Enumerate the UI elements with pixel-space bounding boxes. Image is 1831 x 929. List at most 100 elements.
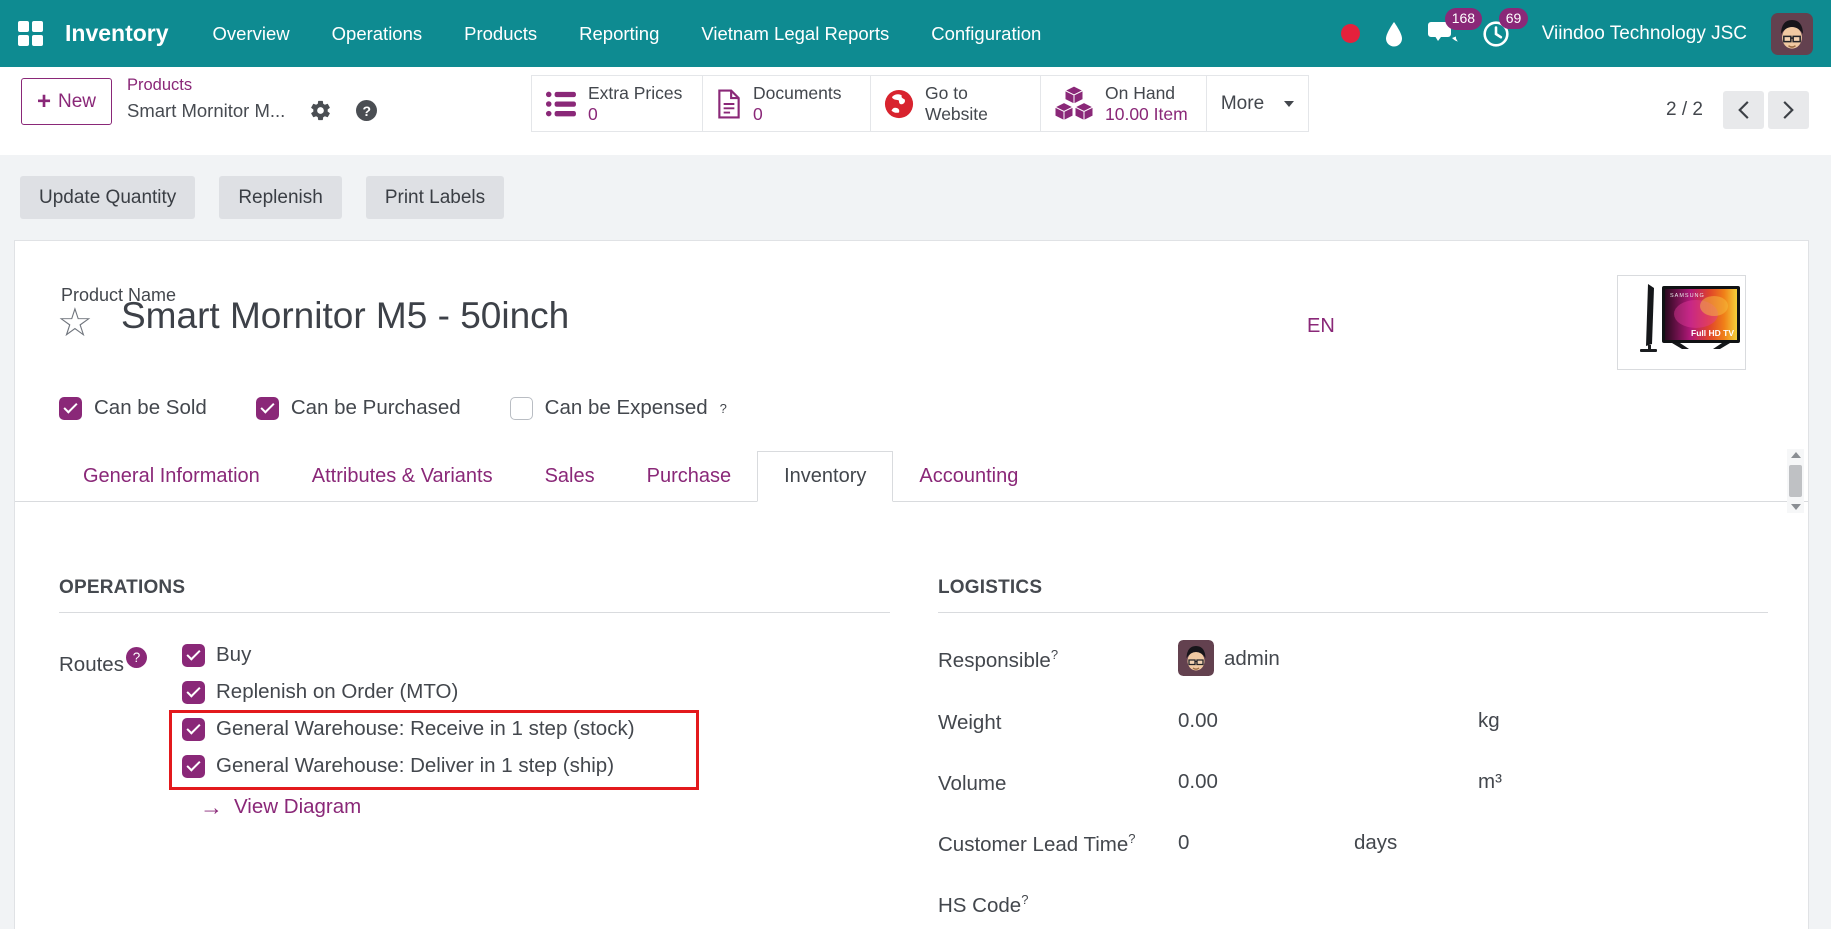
operations-section: OPERATIONS Routes? Buy Replenish on Orde… (59, 571, 890, 613)
stat-button-go-to-website[interactable]: Go to Website (871, 76, 1041, 131)
stat-buttons: Extra Prices 0 Documents 0 (531, 75, 1309, 132)
product-options: Can be Sold Can be Purchased Can be Expe… (59, 396, 727, 420)
logistics-title: LOGISTICS (938, 571, 1768, 613)
help-icon[interactable]: ? (356, 100, 377, 121)
route-label: Replenish on Order (MTO) (216, 680, 458, 704)
field-customer-lead-time: Customer Lead Time? 0 days (938, 824, 1768, 864)
control-panel: + New Products Smart Mornitor M... ? (0, 67, 1831, 155)
nav-item-vietnam-legal-reports[interactable]: Vietnam Legal Reports (701, 23, 889, 45)
favorite-star-icon[interactable]: ☆ (57, 303, 93, 343)
update-quantity-button[interactable]: Update Quantity (20, 176, 195, 219)
help-superscript: ? (1128, 831, 1135, 846)
stat-label: Extra Prices (588, 83, 682, 104)
nav-item-products[interactable]: Products (464, 23, 537, 45)
tab-general-information[interactable]: General Information (57, 451, 286, 501)
document-icon (716, 89, 742, 119)
view-diagram-label: View Diagram (234, 795, 361, 819)
view-diagram-link[interactable]: → View Diagram (200, 795, 361, 819)
pager-value: 2 / 2 (1666, 99, 1703, 121)
cubes-icon (1054, 85, 1094, 122)
user-menu[interactable]: Viindoo Technology JSC (1542, 23, 1747, 45)
checkbox-checked[interactable] (182, 644, 205, 667)
help-superscript: ? (1021, 892, 1028, 907)
chevron-right-icon (1782, 100, 1795, 120)
field-unit: days (1354, 831, 1397, 855)
more-button[interactable]: More (1207, 76, 1308, 131)
field-hs-code: HS Code? (938, 885, 1768, 925)
tab-purchase[interactable]: Purchase (621, 451, 758, 501)
checkbox-unchecked[interactable] (510, 397, 533, 420)
tv-caption-text: Full HD TV (1691, 328, 1734, 338)
vertical-scrollbar[interactable] (1787, 449, 1804, 513)
stat-value: 10.00 Item (1105, 104, 1188, 125)
help-superscript: ? (1051, 647, 1058, 662)
route-replenish-on-order[interactable]: Replenish on Order (MTO) (182, 680, 458, 704)
arrow-right-icon: → (200, 796, 223, 819)
water-drop-icon[interactable] (1384, 21, 1404, 47)
new-button[interactable]: + New (21, 78, 112, 125)
action-buttons-row: Update Quantity Replenish Print Labels (20, 176, 504, 219)
tab-sales[interactable]: Sales (519, 451, 621, 501)
field-label: Responsible? (938, 647, 1058, 673)
gear-icon[interactable] (309, 99, 332, 122)
routes-help-badge[interactable]: ? (126, 647, 147, 668)
checkbox-checked[interactable] (59, 397, 82, 420)
nav-menu: Overview Operations Products Reporting V… (213, 23, 1042, 45)
nav-item-reporting[interactable]: Reporting (579, 23, 659, 45)
new-button-label: New (58, 91, 96, 113)
stat-button-extra-prices[interactable]: Extra Prices 0 (532, 76, 703, 131)
stat-button-on-hand[interactable]: On Hand 10.00 Item (1041, 76, 1207, 131)
route-deliver-1-step[interactable]: General Warehouse: Deliver in 1 step (sh… (182, 754, 614, 778)
product-name[interactable]: Smart Mornitor M5 - 50inch (121, 295, 569, 337)
field-label: Customer Lead Time? (938, 831, 1136, 857)
plus-icon: + (37, 90, 51, 114)
tab-inventory[interactable]: Inventory (757, 451, 893, 502)
product-image[interactable]: SAMSUNG Full HD TV (1617, 275, 1746, 370)
field-value[interactable]: admin (1224, 647, 1284, 671)
user-avatar[interactable] (1771, 13, 1813, 55)
top-navbar: Inventory Overview Operations Products R… (0, 0, 1831, 67)
tab-accounting[interactable]: Accounting (893, 451, 1044, 501)
nav-item-overview[interactable]: Overview (213, 23, 290, 45)
apps-menu-icon[interactable] (18, 21, 43, 46)
pager-previous-button[interactable] (1723, 91, 1764, 129)
stat-button-documents[interactable]: Documents 0 (703, 76, 871, 131)
field-value[interactable]: 0.00 (1178, 709, 1238, 733)
messages-button[interactable]: 168 (1428, 20, 1458, 47)
scroll-down-arrow-icon[interactable] (1791, 504, 1801, 510)
language-badge[interactable]: EN (1307, 315, 1335, 338)
nav-item-configuration[interactable]: Configuration (931, 23, 1041, 45)
breadcrumb-parent[interactable]: Products (127, 76, 377, 95)
app-name[interactable]: Inventory (65, 20, 169, 47)
print-labels-button[interactable]: Print Labels (366, 176, 504, 219)
checkbox-checked[interactable] (182, 718, 205, 741)
route-receive-1-step[interactable]: General Warehouse: Receive in 1 step (st… (182, 717, 635, 741)
help-superscript: ? (720, 401, 727, 416)
scrollbar-thumb[interactable] (1789, 465, 1802, 497)
option-can-be-sold[interactable]: Can be Sold (59, 396, 219, 420)
more-label: More (1221, 93, 1264, 115)
messages-count-badge: 168 (1445, 8, 1482, 30)
pager-next-button[interactable] (1768, 91, 1809, 129)
recording-indicator-icon (1341, 24, 1360, 43)
route-buy[interactable]: Buy (182, 643, 251, 667)
option-can-be-expensed[interactable]: Can be Expensed? (510, 396, 727, 420)
scroll-up-arrow-icon[interactable] (1791, 452, 1801, 458)
option-label: Can be Sold (94, 396, 207, 420)
nav-item-operations[interactable]: Operations (332, 23, 423, 45)
replenish-button[interactable]: Replenish (219, 176, 342, 219)
responsible-avatar (1178, 640, 1214, 676)
field-weight: Weight 0.00 kg (938, 702, 1768, 742)
navbar-systray: 168 69 Viindoo Technology JSC (1341, 13, 1813, 55)
field-value[interactable]: 0.00 (1178, 770, 1238, 794)
checkbox-checked[interactable] (256, 397, 279, 420)
option-can-be-purchased[interactable]: Can be Purchased (256, 396, 473, 420)
activities-button[interactable]: 69 (1482, 20, 1510, 48)
tab-attributes-variants[interactable]: Attributes & Variants (286, 451, 519, 501)
field-unit: kg (1478, 709, 1500, 733)
field-value[interactable]: 0 (1178, 831, 1238, 855)
avatar-illustration (1178, 640, 1214, 676)
checkbox-checked[interactable] (182, 681, 205, 704)
avatar-illustration (1771, 13, 1813, 55)
checkbox-checked[interactable] (182, 755, 205, 778)
